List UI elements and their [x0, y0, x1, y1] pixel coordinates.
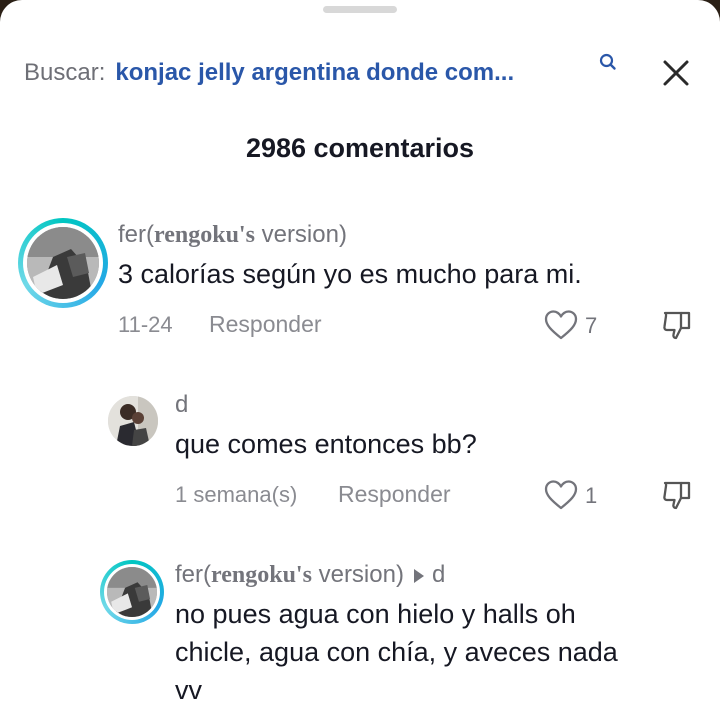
comment-count: 2986 comentarios: [245, 133, 475, 163]
heart-icon[interactable]: [543, 479, 579, 511]
like-count: 1: [585, 483, 598, 508]
avatar[interactable]: [100, 560, 164, 624]
reply-button[interactable]: Responder: [338, 481, 451, 508]
search-query-link[interactable]: konjac jelly argentina donde com...: [115, 59, 514, 87]
reply-to-user[interactable]: d: [432, 561, 445, 588]
like-count: 7: [585, 313, 598, 338]
search-suggestion[interactable]: Buscar: konjac jelly argentina donde com…: [24, 56, 624, 90]
comment-username[interactable]: fer(rengoku's version): [118, 221, 347, 249]
comments-sheet: Buscar: konjac jelly argentina donde com…: [0, 0, 720, 707]
heart-icon[interactable]: [543, 309, 579, 341]
triangle-right-icon: [413, 568, 424, 583]
search-prefix-label: Buscar:: [24, 59, 106, 86]
comment-text: 3 calorías según yo es mucho para mi.: [118, 259, 582, 289]
comment-text-line: vv: [175, 675, 202, 705]
search-icon[interactable]: [598, 52, 618, 72]
comment-username[interactable]: fer(rengoku's version) d: [175, 561, 445, 589]
thumbs-down-icon[interactable]: [661, 309, 693, 341]
drag-handle[interactable]: [323, 6, 397, 13]
comment-date: 1 semana(s): [175, 482, 298, 507]
avatar[interactable]: [18, 218, 108, 308]
comment-text-line: chicle, agua con chía, y aveces nada: [175, 637, 618, 667]
reply-button[interactable]: Responder: [209, 311, 322, 338]
close-icon[interactable]: [660, 57, 692, 89]
avatar[interactable]: [108, 396, 158, 446]
comment-username[interactable]: d: [175, 391, 188, 419]
thumbs-down-icon[interactable]: [661, 479, 693, 511]
comment-text-line: no pues agua con hielo y halls oh: [175, 599, 576, 629]
comment-date: 11-24: [118, 312, 173, 337]
comment-text: que comes entonces bb?: [175, 429, 477, 459]
